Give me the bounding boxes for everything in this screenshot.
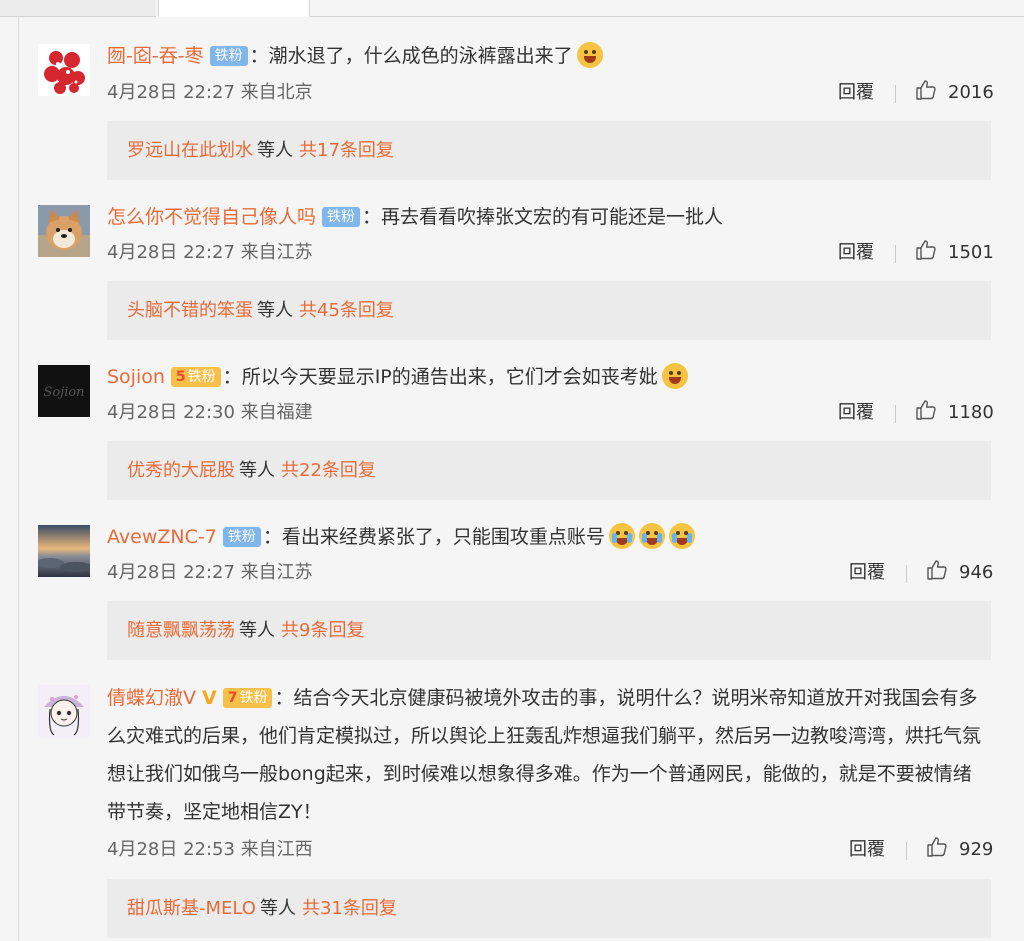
reply-summary[interactable]: 随意飘飘荡荡 等人 共9条回复 — [107, 601, 991, 660]
cry-emoji — [608, 523, 635, 549]
reply-etc: 等人 — [257, 140, 293, 161]
reply-etc: 等人 — [259, 898, 296, 919]
divider — [895, 245, 896, 263]
like-count: 1501 — [948, 242, 994, 263]
reply-summary[interactable]: 头脑不错的笨蛋 等人 共45条回复 — [107, 281, 991, 340]
fan-badge[interactable]: 5 铁粉 — [170, 367, 221, 387]
comment-text: 再去看看吹捧张文宏的有可能还是一批人 — [381, 206, 724, 228]
fan-badge[interactable]: 铁粉 — [322, 207, 361, 227]
verified-v-icon: V — [202, 687, 217, 709]
fan-badge[interactable]: 铁粉 — [209, 46, 248, 66]
comment-text-line: Sojion 5 铁粉 ：所以今天要显示IP的通告出来，它们才会如丧考妣 — [107, 360, 987, 394]
reply-username[interactable]: 甜瓜斯基-MELO — [127, 898, 256, 919]
reply-count-link[interactable]: 共31条回复 — [302, 898, 397, 919]
reply-button[interactable]: 回覆 — [849, 558, 885, 588]
reply-etc: 等人 — [239, 620, 275, 641]
comment-meta: 4月28日 22:27 来自北京 回覆 2016 — [107, 78, 997, 108]
reply-etc: 等人 — [239, 460, 275, 481]
comment-meta: 4月28日 22:53 来自江西 回覆 929 — [107, 835, 997, 865]
timestamp-location: 4月28日 22:30 来自福建 — [107, 402, 313, 423]
avatar[interactable] — [38, 44, 90, 96]
reply-button[interactable]: 回覆 — [849, 835, 885, 865]
reply-count-link[interactable]: 共9条回复 — [281, 620, 364, 641]
like-count: 946 — [959, 562, 994, 583]
comment-text-line: 囫-囵-吞-枣 铁粉 ：潮水退了，什么成色的泳裤露出来了 — [107, 39, 987, 73]
timestamp-location: 4月28日 22:53 来自江西 — [107, 839, 313, 860]
username[interactable]: AvewZNC-7 — [107, 526, 217, 548]
svg-text:Sojion: Sojion — [43, 385, 84, 400]
avatar[interactable] — [38, 685, 90, 737]
comment-meta: 4月28日 22:30 来自福建 回覆 1180 — [107, 398, 997, 428]
comment-text: 看出来经费紧张了，只能围攻重点账号 — [281, 526, 605, 548]
avatar[interactable]: Sojion — [38, 365, 90, 417]
tab-bar-rest — [310, 0, 1024, 17]
reply-summary[interactable]: 罗远山在此划水 等人 共17条回复 — [107, 121, 991, 180]
fan-badge-label: 铁粉 — [187, 369, 216, 385]
grin-emoji — [576, 42, 603, 68]
reply-count-link[interactable]: 共45条回复 — [299, 300, 394, 321]
thumbs-up-icon — [916, 240, 936, 260]
comment-text-line: 倩蝶幻澈V V 7 铁粉 ：结合今天北京健康码被境外攻击的事，说明什么？说明米帝知道放开… — [107, 687, 982, 823]
tab-bar — [0, 0, 1024, 17]
divider — [906, 565, 907, 583]
comment-text-line: AvewZNC-7 铁粉 ：看出来经费紧张了，只能围攻重点账号 — [107, 520, 987, 554]
reply-username[interactable]: 头脑不错的笨蛋 — [127, 300, 253, 321]
reply-count-link[interactable]: 共22条回复 — [281, 460, 376, 481]
fan-level: 5 — [175, 369, 186, 385]
reply-username[interactable]: 优秀的大屁股 — [127, 460, 235, 481]
thumbs-up-icon — [927, 560, 947, 580]
like-count: 2016 — [948, 82, 994, 103]
like-button[interactable]: 1180 — [914, 398, 994, 428]
timestamp-location: 4月28日 22:27 来自北京 — [107, 82, 313, 103]
username[interactable]: 倩蝶幻澈V — [107, 687, 196, 709]
avatar[interactable] — [38, 205, 90, 257]
username[interactable]: Sojion — [107, 366, 165, 388]
like-count: 1180 — [948, 402, 994, 423]
tab-active[interactable] — [158, 0, 310, 17]
reply-button[interactable]: 回覆 — [838, 78, 874, 108]
tab-inactive[interactable] — [0, 0, 156, 17]
divider — [895, 85, 896, 103]
comment-meta: 4月28日 22:27 来自江苏 回覆 1501 — [107, 238, 997, 268]
comment-meta: 4月28日 22:27 来自江苏 回覆 946 — [107, 558, 997, 588]
divider — [906, 842, 907, 860]
divider — [895, 405, 896, 423]
fan-badge[interactable]: 铁粉 — [222, 527, 261, 547]
reply-count-link[interactable]: 共17条回复 — [299, 140, 394, 161]
cry-emoji — [668, 523, 695, 549]
fan-badge-label: 铁粉 — [239, 690, 268, 706]
reply-username[interactable]: 随意飘飘荡荡 — [127, 620, 235, 641]
left-border — [18, 17, 19, 941]
comment-text: 所以今天要显示IP的通告出来，它们才会如丧考妣 — [241, 366, 658, 388]
reply-summary[interactable]: 优秀的大屁股 等人 共22条回复 — [107, 441, 991, 500]
like-count: 929 — [959, 839, 994, 860]
like-button[interactable]: 1501 — [914, 238, 994, 268]
reply-button[interactable]: 回覆 — [838, 398, 874, 428]
reply-button[interactable]: 回覆 — [838, 238, 874, 268]
comment-text-line: 怎么你不觉得自己像人吗 铁粉 ：再去看看吹捧张文宏的有可能还是一批人 — [107, 206, 724, 228]
timestamp-location: 4月28日 22:27 来自江苏 — [107, 562, 313, 583]
like-button[interactable]: 929 — [925, 835, 993, 865]
reply-etc: 等人 — [257, 300, 293, 321]
comment-text: 潮水退了，什么成色的泳裤露出来了 — [268, 45, 573, 67]
laugh-tears-emoji — [661, 363, 688, 389]
thumbs-up-icon — [916, 80, 936, 100]
username[interactable]: 怎么你不觉得自己像人吗 — [107, 206, 316, 228]
reply-username[interactable]: 罗远山在此划水 — [127, 140, 253, 161]
fan-badge[interactable]: 7 铁粉 — [222, 688, 273, 708]
fan-level: 7 — [227, 690, 238, 706]
username[interactable]: 囫-囵-吞-枣 — [107, 45, 204, 67]
timestamp-location: 4月28日 22:27 来自江苏 — [107, 242, 313, 263]
like-button[interactable]: 946 — [925, 558, 993, 588]
thumbs-up-icon — [927, 837, 947, 857]
cry-emoji — [638, 523, 665, 549]
avatar[interactable] — [38, 525, 90, 577]
thumbs-up-icon — [916, 400, 936, 420]
like-button[interactable]: 2016 — [914, 78, 994, 108]
reply-summary[interactable]: 甜瓜斯基-MELO 等人 共31条回复 — [107, 879, 991, 938]
